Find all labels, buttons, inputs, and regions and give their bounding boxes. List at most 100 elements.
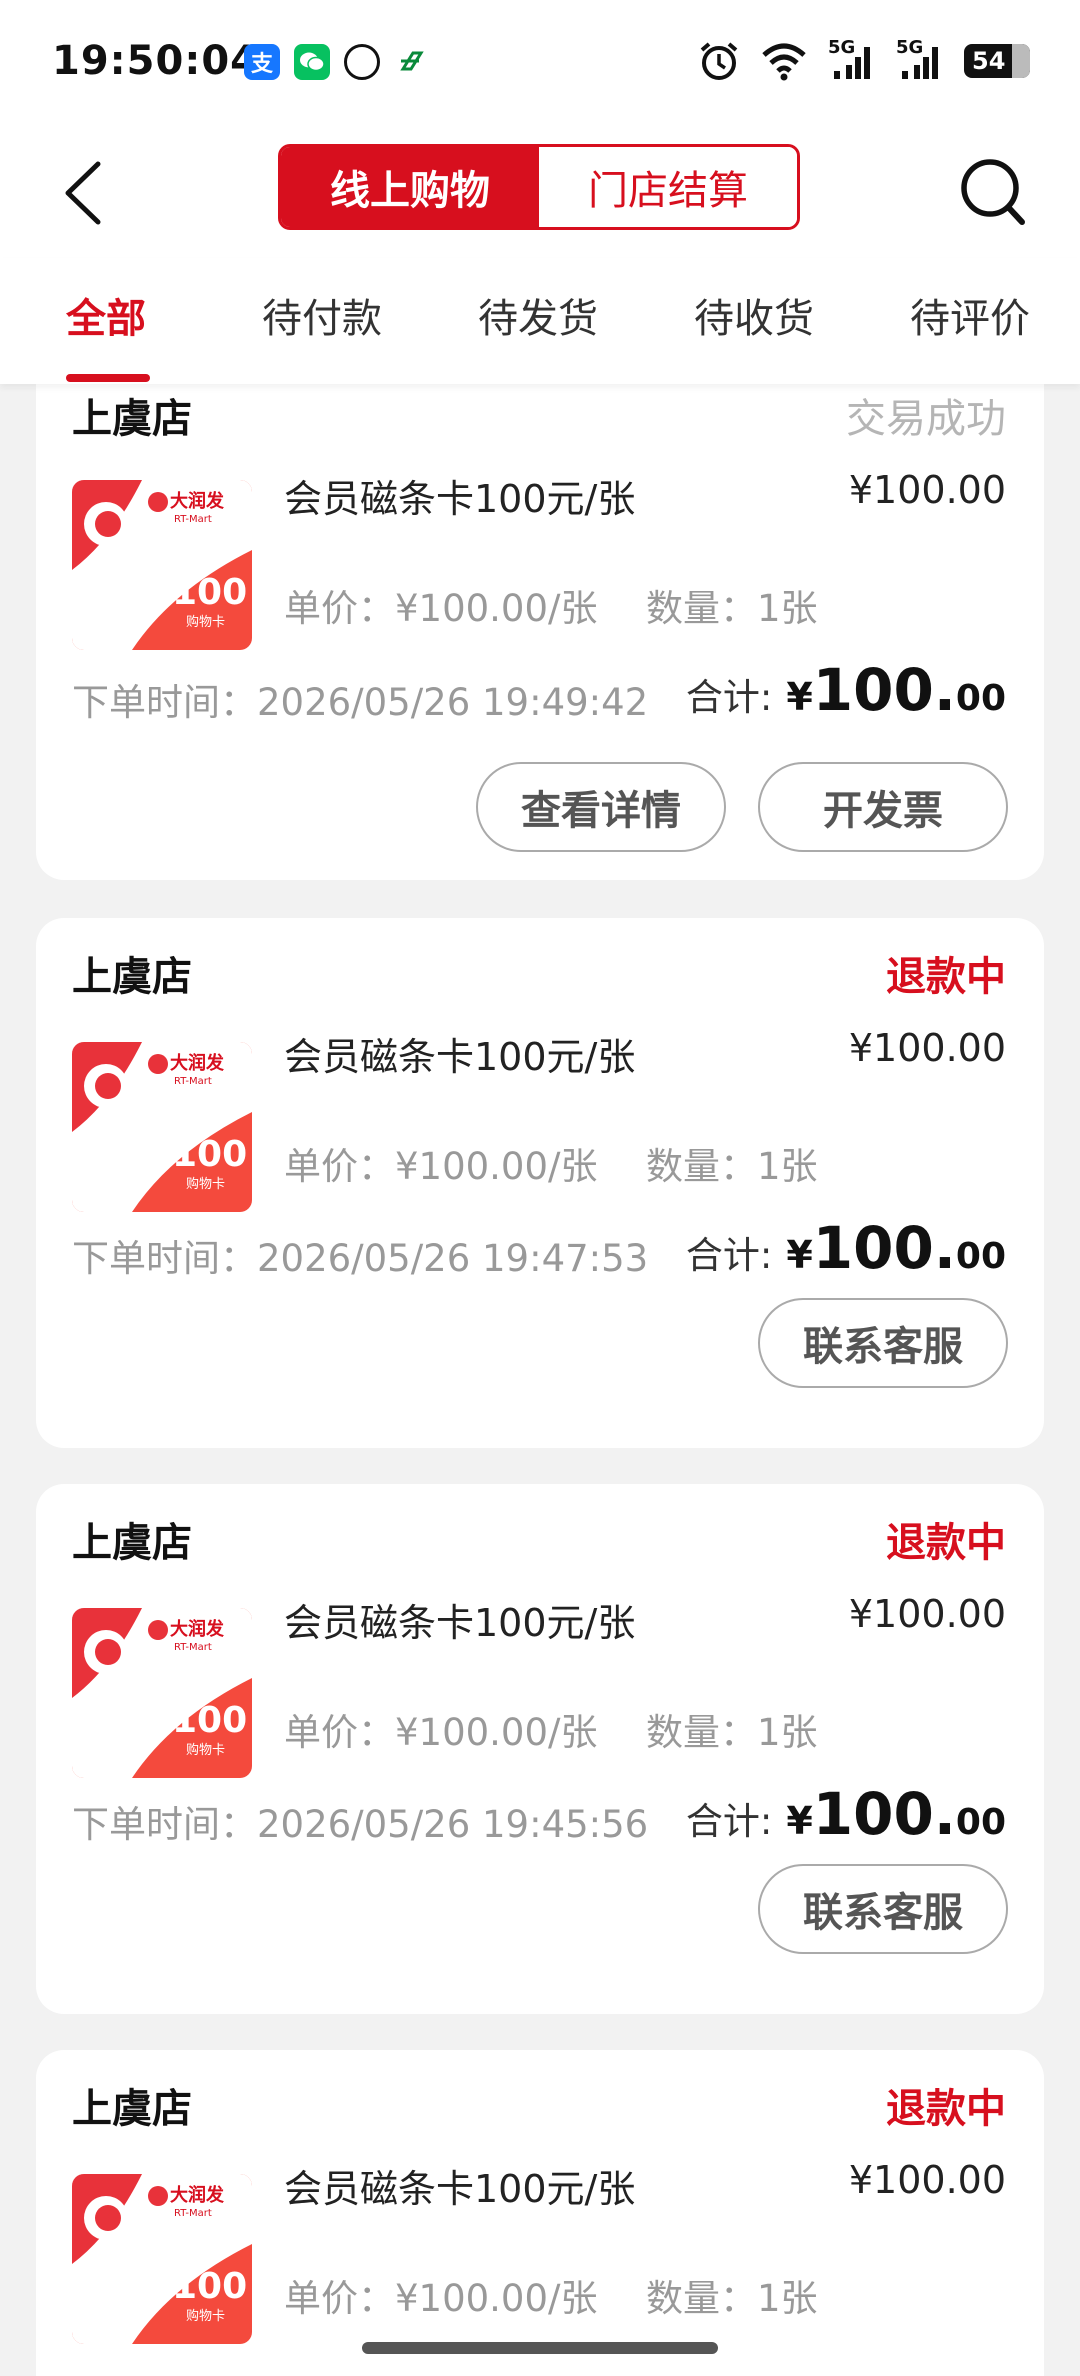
total-integer: 100. <box>812 656 956 724</box>
svg-text:¥: ¥ <box>160 1150 169 1166</box>
order-card[interactable]: 上虞店 退款中 大润发 RT-Mart ¥100 购物卡 会员磁条卡100元/张 ¥1… <box>36 1484 1044 2014</box>
product-name[interactable]: 会员磁条卡100元/张 <box>284 1026 635 1081</box>
product-name[interactable]: 会员磁条卡100元/张 <box>284 468 635 523</box>
battery-icon: 54 <box>964 44 1030 78</box>
active-tab-indicator <box>66 374 150 382</box>
quantity: 数量：1张 <box>646 587 818 630</box>
order-time: 下单时间：2026/05/26 19:45:56 <box>72 1803 649 1846</box>
contact-support-button[interactable]: 联系客服 <box>758 1864 1008 1954</box>
status-time: 19:50:04 <box>52 38 259 84</box>
unit-price: 单价：¥100.00/张 <box>284 1145 598 1188</box>
top-navigation: 线上购物 门店结算 <box>0 128 1080 258</box>
total-label: 合计: <box>685 1234 773 1277</box>
back-button[interactable] <box>54 156 114 230</box>
view-details-button[interactable]: 查看详情 <box>476 762 726 852</box>
store-name: 上虞店 <box>72 2086 192 2132</box>
svg-text:RT-Mart: RT-Mart <box>174 1076 212 1087</box>
svg-text:大润发: 大润发 <box>170 2184 225 2206</box>
search-button[interactable] <box>954 152 1034 232</box>
tab-pending-receipt[interactable]: 待收货 <box>694 286 814 344</box>
order-status: 退款中 <box>886 2086 1006 2132</box>
system-status-icons: 5G 5G 54 <box>698 37 1030 82</box>
qq-icon <box>344 44 380 80</box>
total-currency: ¥ <box>786 675 813 719</box>
svg-text:购物卡: 购物卡 <box>186 1742 225 1758</box>
svg-text:¥: ¥ <box>160 2282 169 2298</box>
order-status: 退款中 <box>886 954 1006 1000</box>
store-name: 上虞店 <box>72 396 192 442</box>
svg-text:¥: ¥ <box>160 588 169 604</box>
order-status: 交易成功 <box>846 396 1006 442</box>
tab-pending-review[interactable]: 待评价 <box>910 286 1030 344</box>
product-thumbnail[interactable]: 大润发 RT-Mart ¥100 购物卡 <box>72 1608 252 1778</box>
product-thumbnail[interactable]: 大润发 RT-Mart ¥100 购物卡 <box>72 1042 252 1212</box>
order-total: 合计: ¥ 100. 00 <box>686 1780 1006 1848</box>
svg-text:大润发: 大润发 <box>170 1618 225 1640</box>
product-thumbnail[interactable]: 大润发 RT-Mart ¥100 购物卡 <box>72 480 252 650</box>
shopping-mode-switch: 线上购物 门店结算 <box>278 144 800 230</box>
order-total: 合计: ¥ 100. 00 <box>686 656 1006 724</box>
tab-online-shopping[interactable]: 线上购物 <box>281 147 539 227</box>
order-status-tabs: 全部 待付款 待发货 待收货 待评价 <box>0 258 1080 384</box>
svg-text:购物卡: 购物卡 <box>186 614 225 630</box>
order-status: 退款中 <box>886 1520 1006 1566</box>
svg-text:购物卡: 购物卡 <box>186 1176 225 1192</box>
search-icon <box>961 159 1025 225</box>
quantity: 数量：1张 <box>646 1145 818 1188</box>
product-name[interactable]: 会员磁条卡100元/张 <box>284 1592 635 1647</box>
product-price: ¥100.00 <box>848 2158 1006 2202</box>
svg-text:100: 100 <box>172 2266 247 2307</box>
order-card[interactable]: 上虞店 退款中 大润发 RT-Mart ¥100 购物卡 会员磁条卡100元/张 ¥1… <box>36 2050 1044 2376</box>
svg-text:100: 100 <box>172 1700 247 1741</box>
store-name: 上虞店 <box>72 954 192 1000</box>
wifi-icon <box>762 43 806 81</box>
order-card[interactable]: 上虞店 退款中 大润发 RT-Mart ¥100 购物卡 会员磁条卡100元/张 ¥1… <box>36 918 1044 1448</box>
svg-text:购物卡: 购物卡 <box>186 2308 225 2324</box>
svg-text:100: 100 <box>172 572 247 613</box>
signal-5g-icon-1: 5G <box>828 37 876 81</box>
total-integer: 100. <box>812 1780 956 1848</box>
app-notification-icon <box>394 44 430 80</box>
total-label: 合计: <box>685 676 773 719</box>
signal-5g-icon-2: 5G <box>896 37 944 81</box>
total-label: 合计: <box>685 1800 773 1843</box>
store-name: 上虞店 <box>72 1520 192 1566</box>
notification-icons: 支 <box>244 44 430 80</box>
svg-text:100: 100 <box>172 1134 247 1175</box>
order-total: 合计: ¥ 100. 00 <box>686 1214 1006 1282</box>
tab-pending-payment[interactable]: 待付款 <box>262 286 382 344</box>
issue-invoice-button[interactable]: 开发票 <box>758 762 1008 852</box>
unit-price: 单价：¥100.00/张 <box>284 587 598 630</box>
wechat-icon <box>294 44 330 80</box>
product-price: ¥100.00 <box>848 1592 1006 1636</box>
product-name[interactable]: 会员磁条卡100元/张 <box>284 2158 635 2213</box>
unit-price: 单价：¥100.00/张 <box>284 2277 598 2320</box>
contact-support-button[interactable]: 联系客服 <box>758 1298 1008 1388</box>
svg-text:RT-Mart: RT-Mart <box>174 514 212 525</box>
total-currency: ¥ <box>786 1799 813 1843</box>
unit-price: 单价：¥100.00/张 <box>284 1711 598 1754</box>
svg-text:RT-Mart: RT-Mart <box>174 2208 212 2219</box>
chevron-left-icon <box>65 161 101 225</box>
tab-all[interactable]: 全部 <box>66 286 146 344</box>
svg-text:¥: ¥ <box>160 1716 169 1732</box>
tab-store-checkout[interactable]: 门店结算 <box>539 147 797 227</box>
product-price: ¥100.00 <box>848 1026 1006 1070</box>
total-integer: 100. <box>812 1214 956 1282</box>
tab-pending-shipment[interactable]: 待发货 <box>478 286 598 344</box>
order-time: 下单时间：2026/05/26 19:47:53 <box>72 1237 649 1280</box>
product-price: ¥100.00 <box>848 468 1006 512</box>
total-decimal: 00 <box>955 678 1006 719</box>
total-currency: ¥ <box>786 1233 813 1277</box>
svg-text:RT-Mart: RT-Mart <box>174 1642 212 1653</box>
total-decimal: 00 <box>955 1236 1006 1277</box>
svg-text:大润发: 大润发 <box>170 1052 225 1074</box>
alarm-icon <box>700 42 738 80</box>
product-thumbnail[interactable]: 大润发 RT-Mart ¥100 购物卡 <box>72 2174 252 2344</box>
status-bar: 19:50:04 支 5G 5G 54 <box>0 0 1080 128</box>
quantity: 数量：1张 <box>646 2277 818 2320</box>
order-card[interactable]: 上虞店 交易成功 大润发 RT-Mart ¥100 购物卡 会员磁条卡100元/张 ¥… <box>36 356 1044 880</box>
home-indicator[interactable] <box>362 2342 718 2354</box>
svg-text:大润发: 大润发 <box>170 490 225 512</box>
alipay-icon: 支 <box>244 44 280 80</box>
